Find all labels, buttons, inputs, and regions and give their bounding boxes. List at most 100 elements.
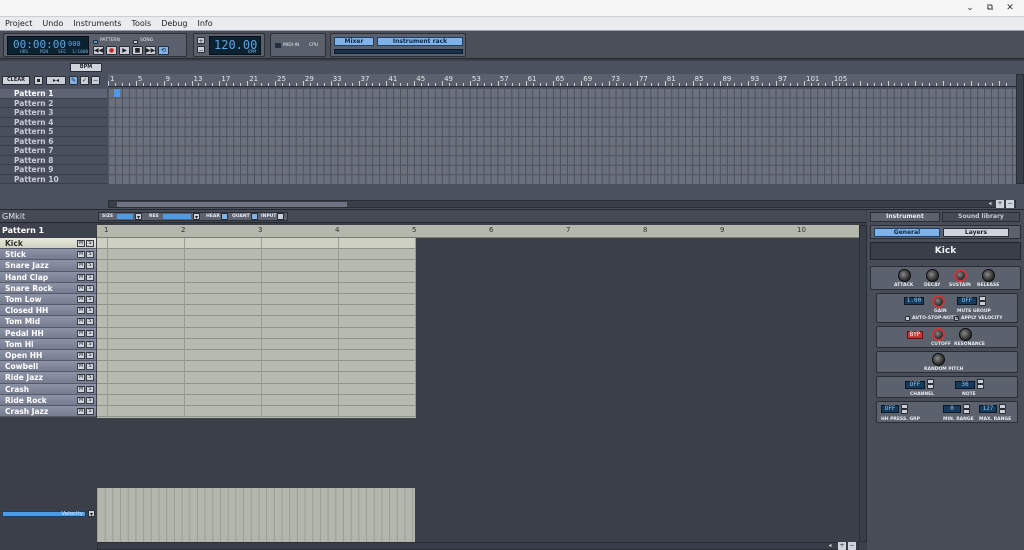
- pattern-mode-led[interactable]: [93, 40, 98, 44]
- instrument-row[interactable]: Kick M S: [0, 238, 96, 250]
- mute-button[interactable]: M: [77, 374, 85, 382]
- velocity-editor[interactable]: [97, 488, 415, 542]
- solo-button[interactable]: S: [86, 340, 94, 348]
- pattern-list-item[interactable]: Pattern 9: [0, 165, 107, 175]
- close-icon[interactable]: ✕: [1004, 2, 1016, 14]
- solo-button[interactable]: S: [86, 374, 94, 382]
- song-vscrollbar[interactable]: [1016, 74, 1024, 184]
- minimize-icon[interactable]: ⌄: [964, 2, 976, 14]
- note-grid-row[interactable]: [97, 283, 415, 294]
- apply-velocity-checkbox[interactable]: ✕: [954, 316, 959, 322]
- input-toggle[interactable]: [277, 213, 284, 220]
- pattern-list-item[interactable]: Pattern 8: [0, 155, 107, 165]
- song-mode-led[interactable]: [133, 40, 138, 44]
- pattern-cell-active[interactable]: [114, 89, 120, 97]
- song-scroll-left-icon[interactable]: ◂: [986, 200, 994, 208]
- select-mode-button[interactable]: ✎: [69, 76, 78, 85]
- mute-button[interactable]: M: [77, 396, 85, 404]
- solo-button[interactable]: S: [86, 329, 94, 337]
- instrument-row[interactable]: Cowbell M S: [0, 361, 96, 373]
- solo-button[interactable]: S: [86, 262, 94, 270]
- size-dropdown-icon[interactable]: ▾: [135, 213, 142, 221]
- song-pattern-grid[interactable]: [108, 88, 1016, 184]
- note-grid-row[interactable]: [97, 384, 415, 395]
- instrument-row[interactable]: Stick M S: [0, 249, 96, 261]
- solo-button[interactable]: S: [86, 363, 94, 371]
- mute-button[interactable]: M: [77, 251, 85, 259]
- release-knob[interactable]: [982, 269, 995, 282]
- song-hscroll-thumb[interactable]: [117, 202, 347, 207]
- solo-button[interactable]: S: [86, 284, 94, 292]
- drum-note-grid[interactable]: [97, 238, 416, 418]
- decay-knob[interactable]: [926, 269, 939, 282]
- mute-button[interactable]: M: [77, 262, 85, 270]
- note-grid-row[interactable]: [97, 305, 415, 317]
- instrument-row[interactable]: Ride Rock M S: [0, 394, 96, 406]
- mute-button[interactable]: M: [77, 318, 85, 326]
- stop-button[interactable]: ■: [132, 46, 143, 55]
- instrument-row[interactable]: Snare Rock M S: [0, 282, 96, 294]
- quantize-toggle[interactable]: [251, 213, 258, 220]
- song-tool-button-1[interactable]: ▪: [34, 76, 43, 85]
- pattern-vscrollbar[interactable]: [859, 225, 867, 542]
- note-grid-row[interactable]: [97, 238, 415, 250]
- pattern-zoom-in-icon[interactable]: +: [838, 542, 846, 550]
- note-grid-row[interactable]: [97, 328, 415, 339]
- bpm-down-button[interactable]: −: [197, 46, 205, 54]
- draw-mode-button[interactable]: ✓: [80, 76, 89, 85]
- note-grid-row[interactable]: [97, 316, 415, 328]
- hh-press-down-icon[interactable]: [901, 409, 908, 414]
- song-hscrollbar[interactable]: [108, 200, 1016, 208]
- mute-group-down-icon[interactable]: [979, 301, 986, 306]
- pattern-list-item[interactable]: Pattern 5: [0, 127, 107, 137]
- pattern-scroll-left-icon[interactable]: ◂: [826, 542, 834, 550]
- menu-undo[interactable]: Undo: [37, 17, 68, 31]
- attack-knob[interactable]: [898, 269, 911, 282]
- forward-button[interactable]: ▶▶: [145, 46, 156, 55]
- solo-button[interactable]: S: [86, 408, 94, 415]
- mute-button[interactable]: M: [77, 329, 85, 337]
- instrument-row[interactable]: Crash M S: [0, 383, 96, 395]
- rewind-button[interactable]: ◀◀: [93, 46, 104, 55]
- note-grid-row[interactable]: [97, 249, 415, 261]
- note-grid-row[interactable]: [97, 361, 415, 373]
- mute-button[interactable]: M: [77, 296, 85, 303]
- mute-button[interactable]: M: [77, 284, 85, 292]
- resolution-field[interactable]: [163, 214, 191, 219]
- menu-tools[interactable]: Tools: [126, 17, 156, 31]
- mute-button[interactable]: M: [77, 385, 85, 393]
- size-field[interactable]: [117, 214, 133, 219]
- menu-instruments[interactable]: Instruments: [68, 17, 126, 31]
- tab-sound-library[interactable]: Sound library: [942, 212, 1020, 222]
- tab-instrument[interactable]: Instrument: [870, 212, 940, 222]
- note-down-icon[interactable]: [977, 384, 984, 389]
- song-bpm-button[interactable]: BPM: [70, 63, 102, 72]
- song-zoom-in-icon[interactable]: +: [996, 200, 1004, 208]
- loop-button[interactable]: ⟲: [158, 46, 169, 55]
- channel-down-icon[interactable]: [927, 384, 934, 389]
- pattern-hscrollbar[interactable]: [97, 542, 859, 550]
- resonance-knob[interactable]: [959, 328, 972, 341]
- solo-button[interactable]: S: [86, 385, 94, 393]
- note-grid-row[interactable]: [97, 272, 415, 283]
- solo-button[interactable]: S: [86, 396, 94, 404]
- instrument-row[interactable]: Closed HH M S: [0, 305, 96, 317]
- cutoff-knob[interactable]: [932, 328, 945, 341]
- note-grid-row[interactable]: [97, 294, 415, 306]
- solo-button[interactable]: S: [86, 240, 94, 247]
- min-range-down-icon[interactable]: [963, 409, 970, 414]
- pattern-zoom-out-icon[interactable]: −: [848, 542, 856, 550]
- record-button[interactable]: ●: [106, 46, 117, 55]
- instrument-row[interactable]: Pedal HH M S: [0, 327, 96, 339]
- instrument-row[interactable]: Crash Jazz M S: [0, 406, 96, 418]
- note-grid-row[interactable]: [97, 350, 415, 362]
- song-timeline-ruler[interactable]: 1 5 9 13 17 21 25 29 33 37 41 45 49 53 57 61 65 69 73 77 81 8…: [108, 74, 1016, 87]
- note-grid-row[interactable]: [97, 395, 415, 406]
- instrument-row[interactable]: Tom Mid M S: [0, 316, 96, 328]
- pattern-list-item[interactable]: Pattern 6: [0, 136, 107, 146]
- pattern-list-item[interactable]: Pattern 7: [0, 146, 107, 156]
- tab-layers[interactable]: Layers: [943, 228, 1009, 237]
- solo-button[interactable]: S: [86, 296, 94, 303]
- mute-button[interactable]: M: [77, 352, 85, 359]
- note-property-selector[interactable]: Velocity: [2, 511, 86, 517]
